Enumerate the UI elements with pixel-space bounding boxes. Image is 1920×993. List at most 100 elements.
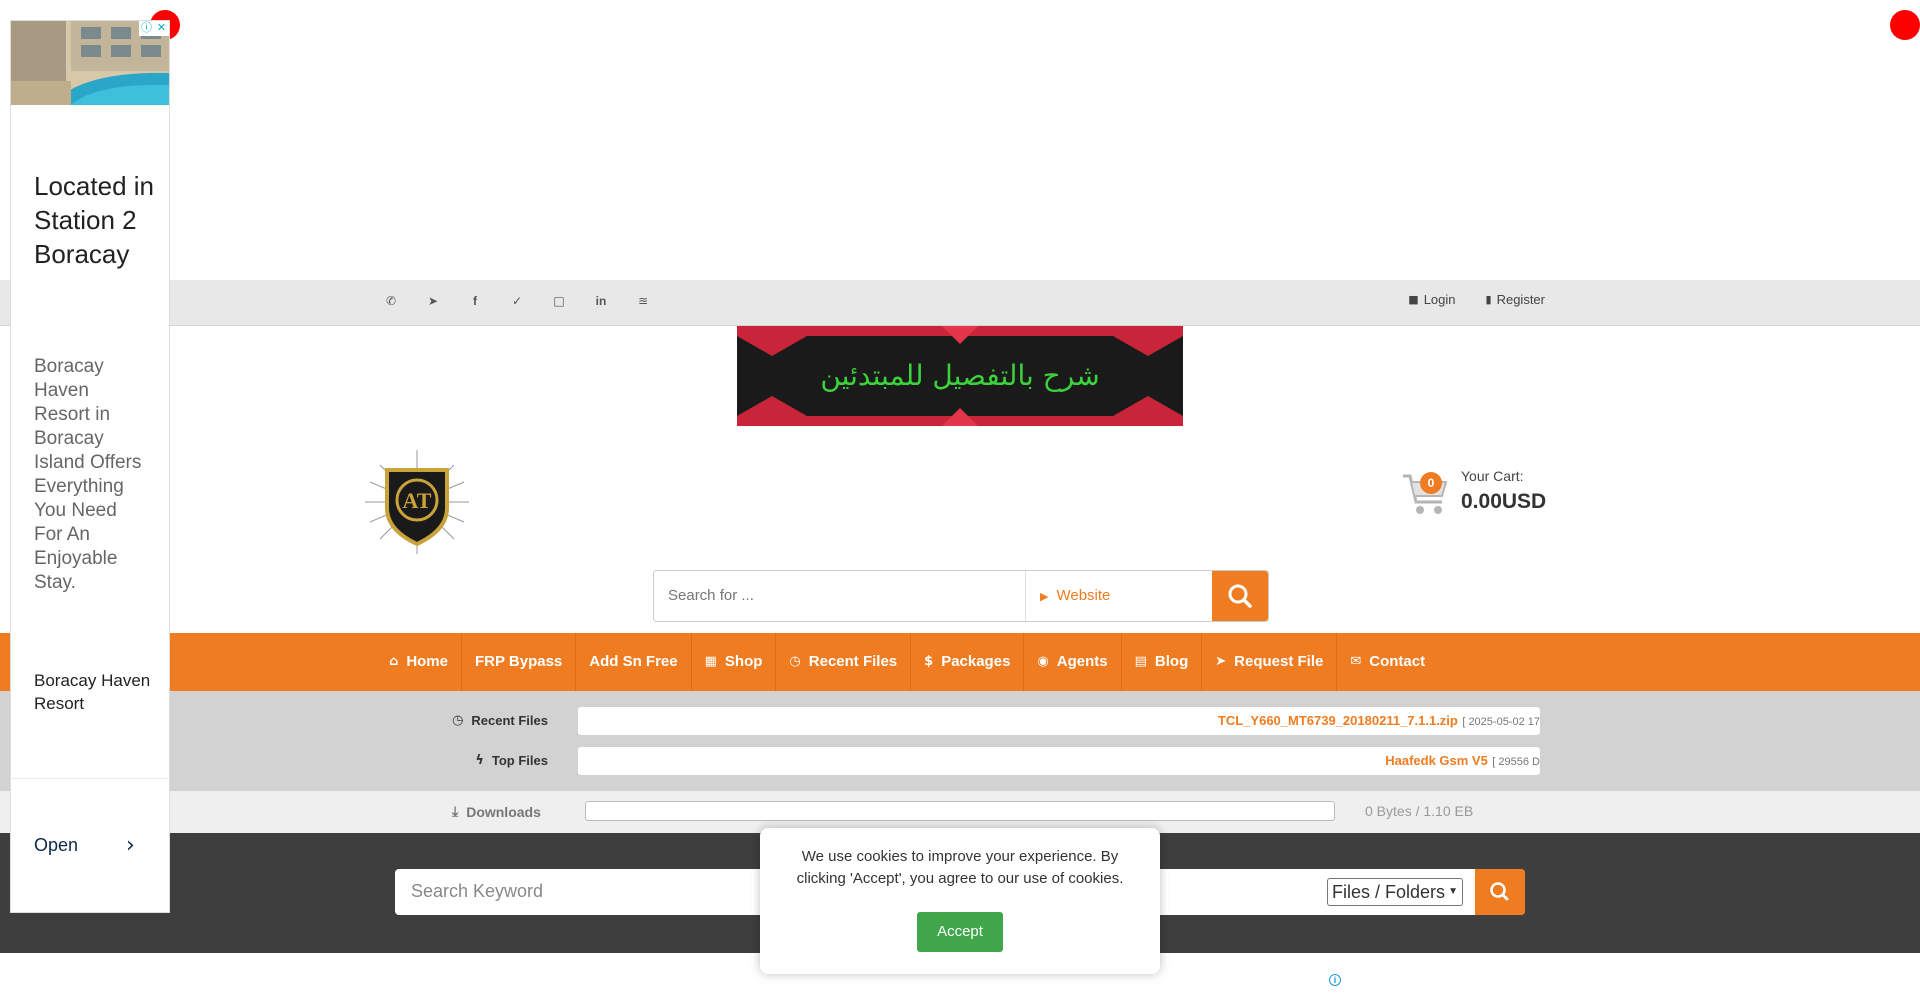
nav-label: FRP Bypass [475, 653, 563, 670]
site-logo[interactable]: AT [362, 448, 472, 556]
nav-label: Blog [1154, 653, 1189, 670]
register-link[interactable]: ▮ Register [1486, 292, 1545, 307]
ad-description: Boracay Haven Resort in Boracay Island O… [34, 356, 142, 593]
telegram-icon[interactable]: ➤ [412, 294, 454, 308]
downloads-bar: ⤓ Downloads 0 Bytes / 1.10 EB [0, 791, 1920, 833]
search-scope-label: Website [1056, 587, 1111, 604]
nav-label: Request File [1234, 653, 1324, 670]
ad-title: Located in Station 2 Boracay [34, 171, 154, 269]
nav-add-sn-free[interactable]: Add Sn Free [576, 633, 692, 691]
bolt-icon: ϟ [475, 753, 484, 768]
main-nav: ⌂ Home FRP Bypass Add Sn Free ▦ Shop ◷ Rece… [0, 633, 1920, 691]
facebook-icon[interactable]: f [454, 294, 496, 308]
top-bar: ✆ ➤ f ✓ □ in ≊ ■ Login ▮ Register [0, 280, 1920, 326]
nav-label: Contact [1369, 653, 1426, 670]
close-icon[interactable]: ✕ [154, 21, 169, 36]
downloads-progress [585, 801, 1335, 821]
cart-amount: 0.00USD [1461, 490, 1547, 513]
nav-agents[interactable]: ◉ Agents [1024, 633, 1122, 691]
search-icon [1490, 882, 1509, 901]
recent-file-meta: [ 2025-05-02 17 [1462, 716, 1540, 728]
header-search-input[interactable]: Search for ... [654, 571, 1026, 621]
side-ad[interactable]: ⓘ ✕ Located in Station 2 Boracay Boracay… [10, 20, 170, 913]
ad-controls: ⓘ ✕ [139, 21, 169, 36]
cart-count-badge: 0 [1420, 472, 1442, 494]
top-files-label: Top Files [491, 753, 548, 768]
search-scope-select[interactable]: ▶ Website [1026, 571, 1212, 621]
nav-blog[interactable]: ▤ Blog [1122, 633, 1203, 691]
top-files-row: ϟ Top Files Haafedk Gsm V5 [ 29556 D [0, 747, 1920, 775]
top-files-title: ϟ Top Files [475, 753, 548, 768]
recent-files-title: ◷ Recent Files [452, 713, 548, 728]
linkedin-icon[interactable]: in [580, 294, 622, 308]
cookie-message: We use cookies to improve your experienc… [796, 848, 1124, 887]
rss-icon[interactable]: ≊ [622, 294, 664, 308]
file-ticker: ◷ Recent Files TCL_Y660_MT6739_20180211_… [0, 691, 1920, 791]
nav-label: Packages [941, 653, 1011, 670]
cart-widget[interactable]: 0 Your Cart: 0.00USD [1400, 462, 1580, 522]
nav-contact[interactable]: ✉ Contact [1337, 633, 1438, 691]
dollar-icon: $ [924, 654, 934, 669]
search-icon [1228, 584, 1252, 608]
cookie-consent-dialog: We use cookies to improve your experienc… [760, 828, 1160, 974]
social-links: ✆ ➤ f ✓ □ in ≊ [370, 294, 664, 308]
download-icon: ⤓ [452, 804, 459, 820]
top-ad-area [0, 0, 1920, 280]
recent-files-row: ◷ Recent Files TCL_Y660_MT6739_20180211_… [0, 707, 1920, 735]
ad-divider [11, 778, 169, 779]
downloads-label: Downloads [466, 804, 541, 820]
info-icon[interactable]: i [1329, 974, 1341, 986]
instagram-icon[interactable]: □ [538, 294, 580, 308]
paper-plane-icon: ➤ [1215, 654, 1227, 669]
nav-label: Agents [1056, 653, 1108, 670]
top-files-marquee: Haafedk Gsm V5 [ 29556 D [578, 747, 1540, 775]
files-folders-select[interactable]: Files / Folders ▼ [1327, 878, 1463, 906]
chevron-right-icon[interactable]: › [126, 833, 135, 858]
lock-icon: ■ [1408, 293, 1419, 306]
twitter-icon[interactable]: ✓ [496, 294, 538, 308]
ad-brand: Boracay Haven Resort [34, 671, 151, 713]
clock-icon: ◷ [452, 713, 464, 728]
info-icon[interactable]: ⓘ [139, 21, 154, 36]
chevron-down-icon: ▼ [1448, 886, 1458, 897]
register-label: Register [1496, 292, 1545, 307]
ad-open-button[interactable]: Open [34, 835, 78, 856]
nav-label: Home [406, 653, 448, 670]
recent-files-marquee: TCL_Y660_MT6739_20180211_7.1.1.zip [ 202… [578, 707, 1540, 735]
files-folders-value: Files / Folders [1332, 882, 1446, 902]
top-file-link[interactable]: Haafedk Gsm V5 [1385, 753, 1488, 768]
header-search: Search for ... ▶ Website [653, 570, 1269, 622]
recent-file-link[interactable]: TCL_Y660_MT6739_20180211_7.1.1.zip [1218, 713, 1458, 728]
nav-recent-files[interactable]: ◷ Recent Files [776, 633, 912, 691]
login-link[interactable]: ■ Login [1408, 292, 1455, 307]
book-icon: ▮ [1485, 293, 1492, 306]
envelope-icon: ✉ [1350, 654, 1362, 669]
header-search-button[interactable] [1212, 571, 1268, 621]
accept-cookies-button[interactable]: Accept [917, 912, 1003, 952]
whatsapp-icon[interactable]: ✆ [370, 294, 412, 308]
nav-label: Shop [724, 653, 763, 670]
nav-label: Add Sn Free [589, 653, 678, 670]
nav-label: Recent Files [808, 653, 898, 670]
downloads-value: 0 Bytes / 1.10 EB [1365, 803, 1474, 819]
cart-icon: ▦ [704, 654, 717, 669]
banner-text: شرح بالتفصيل للمبتدئين [820, 359, 1100, 392]
clock-icon: ◷ [789, 654, 801, 669]
nav-frp-bypass[interactable]: FRP Bypass [462, 633, 577, 691]
top-file-meta: [ 29556 D [1492, 756, 1540, 768]
file-icon: ▤ [1134, 654, 1147, 669]
cart-label: Your Cart: [1461, 468, 1524, 484]
nav-request-file[interactable]: ➤ Request File [1202, 633, 1338, 691]
recent-files-label: Recent Files [471, 713, 548, 728]
login-label: Login [1423, 292, 1456, 307]
home-icon: ⌂ [389, 654, 399, 669]
footer-search-button[interactable] [1475, 869, 1525, 915]
nav-shop[interactable]: ▦ Shop [692, 633, 777, 691]
promo-banner[interactable]: شرح بالتفصيل للمبتدئين [737, 326, 1183, 426]
keyword-search-input[interactable]: Search Keyword [411, 881, 543, 902]
caret-right-icon: ▶ [1040, 591, 1049, 603]
globe-icon: ◉ [1037, 654, 1049, 669]
nav-packages[interactable]: $ Packages [911, 633, 1025, 691]
nav-home[interactable]: ⌂ Home [376, 633, 462, 691]
downloads-title: ⤓ Downloads [452, 804, 541, 820]
